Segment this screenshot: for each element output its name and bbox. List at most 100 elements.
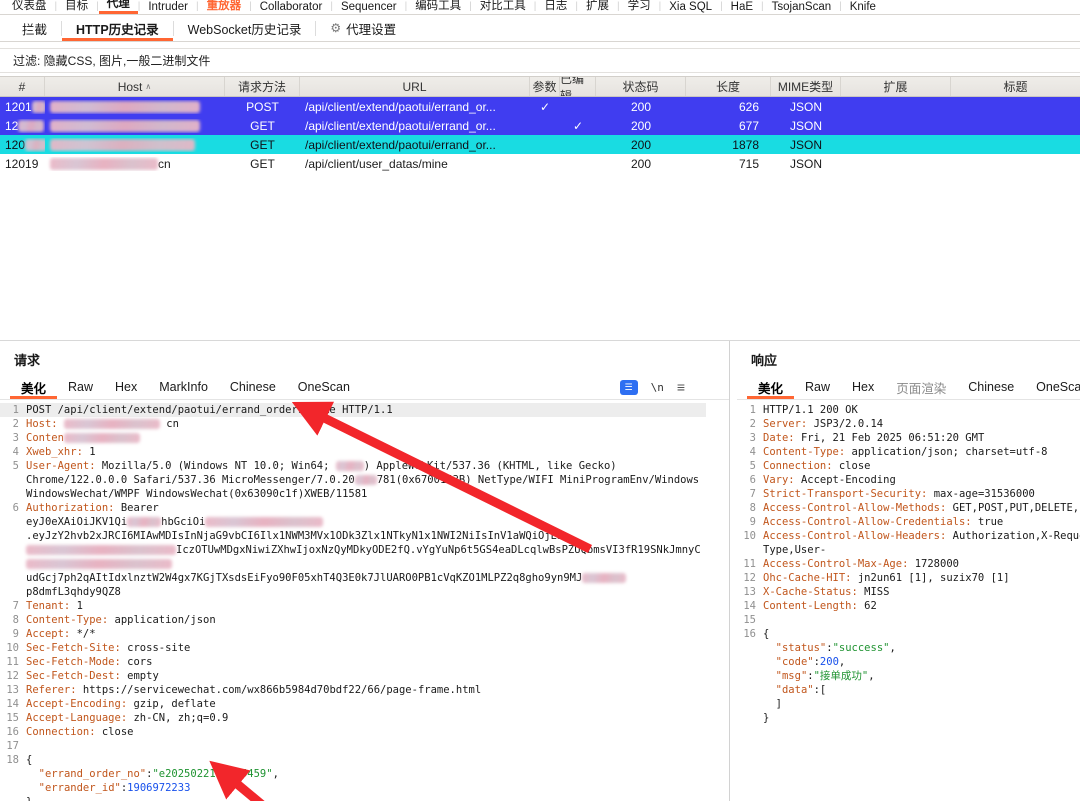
redacted-text: [205, 517, 324, 527]
editor-tab-4[interactable]: Chinese: [219, 375, 287, 399]
line-content: Content-Type: application/json; charset=…: [763, 445, 1080, 459]
tab-0[interactable]: 拦截: [8, 15, 61, 41]
response-editor[interactable]: 1 HTTP/1.1 200 OK 2 Server: JSP3/2.0.14 3 Dat…: [737, 400, 1080, 801]
menu-item-4[interactable]: 重放器: [199, 0, 250, 14]
line-content: Accept-Language: zh-CN, zh;q=0.9: [26, 711, 706, 725]
code-text: Connection:: [763, 460, 839, 472]
column-header-index[interactable]: #: [0, 77, 45, 96]
sort-icon: ∧: [145, 82, 152, 91]
line-content: Sec-Fetch-Mode: cors: [26, 655, 706, 669]
editor-tab-1[interactable]: Raw: [57, 375, 104, 399]
code-text: cn: [159, 418, 179, 430]
column-header-status[interactable]: 状态码: [596, 77, 686, 96]
redacted-text: [18, 120, 45, 133]
column-header-params[interactable]: 参数: [530, 77, 560, 96]
menu-item-11[interactable]: 学习: [620, 0, 659, 14]
code-line: 5 Connection: close: [737, 459, 1080, 473]
menu-item-12[interactable]: Xia SQL: [661, 0, 720, 14]
menu-item-7[interactable]: 编码工具: [407, 0, 469, 14]
editor-tab-4[interactable]: Chinese: [957, 375, 1025, 399]
editor-tab-5[interactable]: OneScan: [287, 375, 361, 399]
code-text: "success": [832, 642, 890, 654]
newline-toggle[interactable]: \n: [651, 381, 664, 394]
menu-item-1[interactable]: 目标: [57, 0, 96, 14]
table-row[interactable]: 12019 cn GET/api/client/user_datas/mine 200…: [0, 154, 1080, 173]
code-text: POST /api/client/extend/paotui/errand_or…: [26, 404, 393, 416]
column-header-length[interactable]: 长度: [686, 77, 771, 96]
table-row[interactable]: 120 GET/api/client/extend/paotui/errand_o…: [0, 135, 1080, 154]
code-text: udGcj7ph2qAItIdxlnztW2W4gx7KGjTXsdsEiFyo…: [26, 572, 494, 584]
column-label: 长度: [715, 80, 740, 94]
line-content: Server: JSP3/2.0.14: [763, 417, 1080, 431]
editor-tab-1[interactable]: Raw: [794, 375, 841, 399]
line-content: eyJ0eXAiOiJKV1Qi hbGciOi .eyJzY2hvb2xJRCI6…: [26, 515, 706, 599]
menu-item-15[interactable]: Knife: [842, 0, 884, 14]
editor-tab-0[interactable]: 美化: [10, 375, 57, 399]
line-number: 6: [12, 502, 19, 514]
line-number: [0, 767, 26, 781]
table-row[interactable]: 12 GET/api/client/extend/paotui/errand_or…: [0, 116, 1080, 135]
column-header-extension[interactable]: 扩展: [841, 77, 951, 96]
column-header-host[interactable]: Host ∧: [45, 77, 225, 96]
menu-item-9[interactable]: 日志: [536, 0, 575, 14]
editor-tab-2[interactable]: Hex: [841, 375, 885, 399]
column-header-url[interactable]: URL: [300, 77, 530, 96]
menu-item-8[interactable]: 对比工具: [472, 0, 534, 14]
editor-tab-3[interactable]: MarkInfo: [148, 375, 219, 399]
code-text: Access-Control-Max-Age:: [763, 558, 915, 570]
code-text: close: [101, 726, 134, 738]
line-content: Referer: https://servicewechat.com/wx866…: [26, 683, 706, 697]
tab-2[interactable]: WebSocket历史记录: [174, 15, 316, 41]
menu-item-10[interactable]: 扩展: [578, 0, 617, 14]
menu-item-14[interactable]: TsojanScan: [764, 0, 839, 14]
menu-item-3[interactable]: Intruder: [140, 0, 196, 14]
cell-mime: JSON: [789, 156, 822, 171]
column-header-edited[interactable]: 已编辑: [560, 77, 596, 96]
editor-tab-3[interactable]: 页面渲染: [885, 375, 957, 399]
code-text: Sec-Fetch-Site:: [26, 642, 128, 654]
cell-number: 1201: [0, 100, 45, 114]
cell-method: POST: [246, 99, 279, 114]
cell-mime: JSON: [789, 137, 822, 152]
line-content: Strict-Transport-Security: max-age=31536…: [763, 487, 1080, 501]
menu-icon[interactable]: ≡: [677, 379, 685, 395]
code-text: Accept:: [26, 628, 77, 640]
line-number: [737, 711, 763, 725]
code-text: .eyJzY2hvb2xJRCI6MIAwMDIsInNjaG9vbCI6Ilx…: [26, 530, 564, 542]
column-header-mime[interactable]: MIME类型: [771, 77, 841, 96]
tab-3[interactable]: ⚙ 代理设置: [316, 15, 410, 41]
menu-item-13[interactable]: HaE: [723, 0, 761, 14]
editor-tab-2[interactable]: Hex: [104, 375, 148, 399]
code-line: 1 POST /api/client/extend/paotui/errand_o…: [0, 403, 706, 417]
filter-bar[interactable]: 过滤: 隐藏CSS, 图片,一般二进制文件: [0, 48, 1080, 73]
code-line: }: [0, 795, 706, 801]
code-text: empty: [127, 670, 159, 682]
code-text: Content-Type:: [26, 614, 115, 626]
line-number: 18: [6, 754, 19, 766]
menu-item-5[interactable]: Collaborator: [252, 0, 331, 14]
redacted-text: [31, 101, 45, 114]
column-header-title[interactable]: 标题: [951, 77, 1080, 96]
line-number: 10: [6, 642, 19, 654]
tab-1[interactable]: HTTP历史记录: [62, 15, 173, 41]
line-content: Tenant: 1: [26, 599, 706, 613]
code-line: 11 Sec-Fetch-Mode: cors: [0, 655, 706, 669]
line-content: ]: [763, 697, 1080, 711]
editor-tab-0[interactable]: 美化: [747, 375, 794, 399]
line-number: 5: [749, 460, 756, 472]
request-editor[interactable]: 1 POST /api/client/extend/paotui/errand_o…: [0, 400, 706, 801]
menu-item-0[interactable]: 仪表盘: [4, 0, 55, 14]
column-header-method[interactable]: 请求方法: [225, 77, 300, 96]
line-content: Connection: close: [763, 459, 1080, 473]
cell-method: GET: [250, 118, 275, 133]
menu-item-6[interactable]: Sequencer: [333, 0, 405, 14]
format-icon[interactable]: ☰: [619, 379, 638, 395]
editor-tab-5[interactable]: OneScan: [1025, 375, 1080, 399]
line-number: 7: [749, 488, 756, 500]
line-content: "errander_id":1906972233: [26, 781, 706, 795]
menu-item-2[interactable]: 代理: [98, 0, 138, 14]
table-row[interactable]: 1201 POST/api/client/extend/paotui/errand…: [0, 97, 1080, 116]
